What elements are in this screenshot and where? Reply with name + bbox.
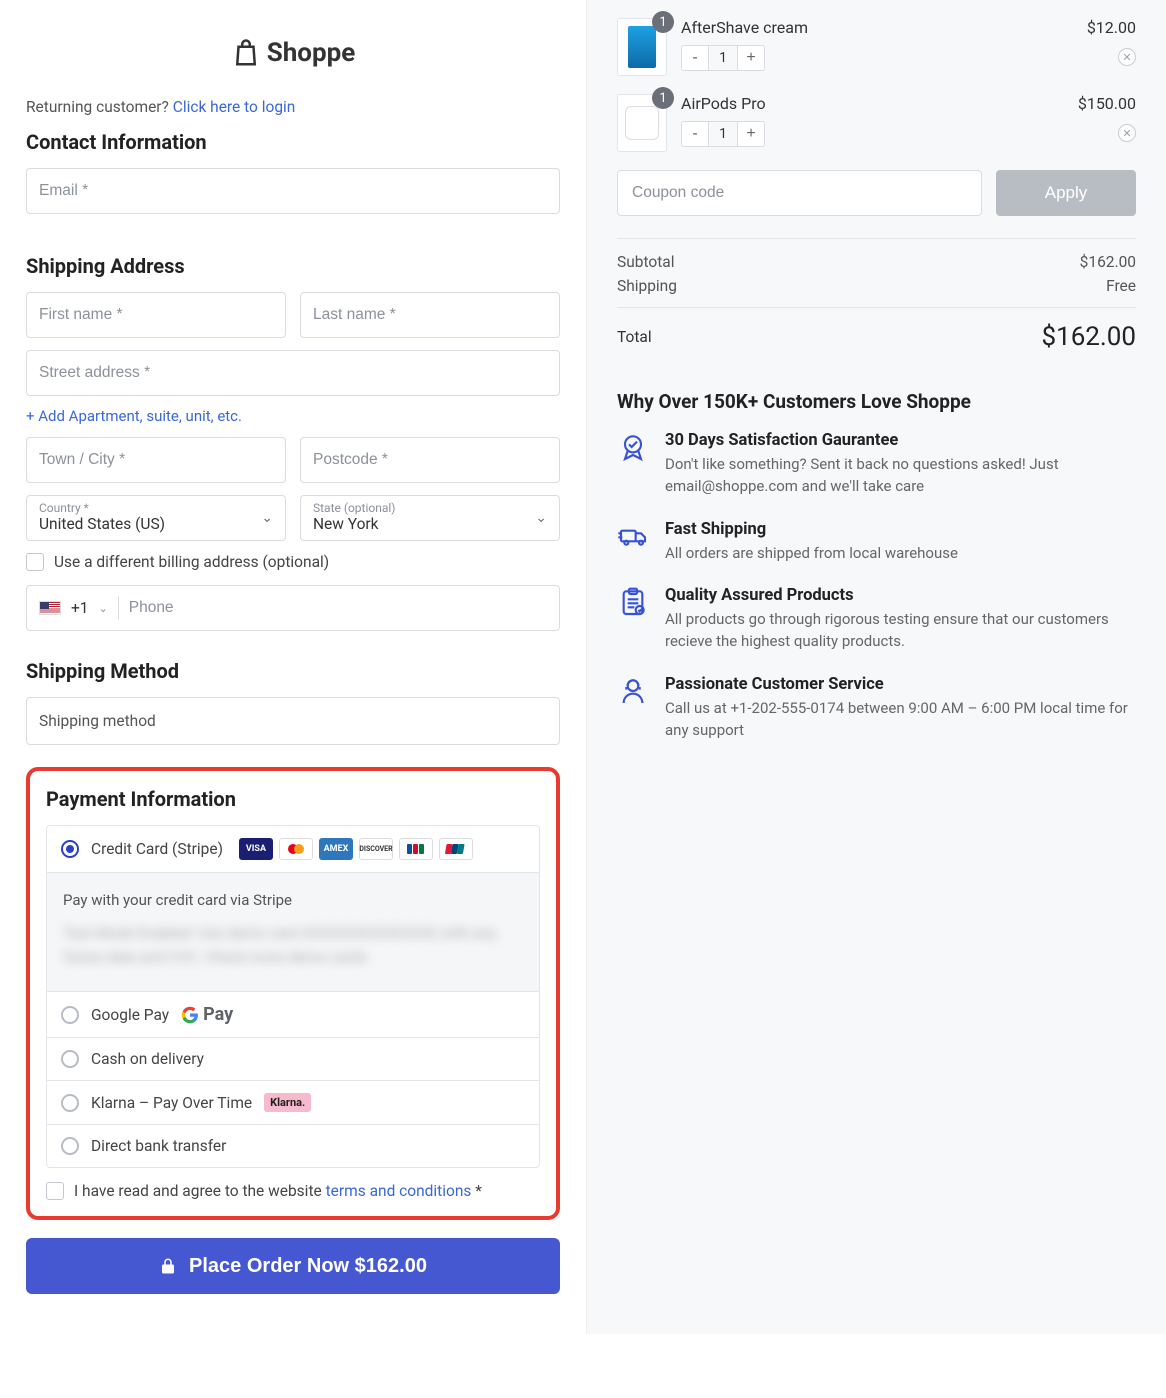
qty-minus[interactable]: - <box>682 122 708 146</box>
shipping-method-box[interactable]: Shipping method <box>26 697 560 745</box>
qty-stepper[interactable]: - 1 + <box>681 121 765 147</box>
payment-highlight: Payment Information Credit Card (Stripe)… <box>26 767 560 1220</box>
radio-icon <box>61 1006 79 1024</box>
remove-item-button[interactable]: ✕ <box>1118 124 1136 142</box>
pay-option-klarna[interactable]: Klarna – Pay Over Time Klarna. <box>47 1080 539 1124</box>
lock-icon <box>159 1257 177 1275</box>
radio-icon <box>61 1137 79 1155</box>
cart-item: 1 AirPods Pro - 1 + $150.00 ✕ <box>617 94 1136 152</box>
radio-selected-icon <box>61 840 79 858</box>
qty-value: 1 <box>708 122 738 146</box>
discover-icon: DISCOVER <box>359 838 393 860</box>
klarna-icon: Klarna. <box>264 1093 311 1112</box>
product-price: $12.00 <box>1070 18 1136 37</box>
mastercard-icon <box>279 838 313 860</box>
clipboard-icon <box>617 586 649 653</box>
brand-logo: Shoppe <box>26 38 560 68</box>
benefit-item: 30 Days Satisfaction GauranteeDon't like… <box>617 431 1136 498</box>
why-heading: Why Over 150K+ Customers Love Shoppe <box>617 390 1136 413</box>
chevron-down-icon: ⌄ <box>261 510 273 526</box>
qty-minus[interactable]: - <box>682 46 708 70</box>
phone-field[interactable]: +1 ⌄ <box>26 585 560 631</box>
first-name-field[interactable] <box>26 292 286 338</box>
contact-heading: Contact Information <box>26 130 560 154</box>
us-flag-icon <box>39 601 61 615</box>
product-name: AfterShave cream <box>681 18 1056 37</box>
unionpay-icon <box>439 838 473 860</box>
chevron-down-icon: ⌄ <box>535 510 547 526</box>
terms-link[interactable]: terms and conditions <box>326 1182 472 1200</box>
gpay-icon: Pay <box>181 1004 233 1025</box>
place-order-button[interactable]: Place Order Now $162.00 <box>26 1238 560 1294</box>
radio-icon <box>61 1094 79 1112</box>
country-select[interactable]: Country * United States (US) ⌄ <box>26 495 286 541</box>
apply-coupon-button[interactable]: Apply <box>996 170 1136 216</box>
product-name: AirPods Pro <box>681 94 1056 113</box>
stripe-blurred: Test Mode Enabled: Use demo card 4242424… <box>63 921 523 969</box>
order-total: $162.00 <box>1041 322 1136 352</box>
qty-badge: 1 <box>652 11 674 33</box>
amex-icon: AMEX <box>319 838 353 860</box>
badge-icon <box>617 431 649 498</box>
add-apartment-link[interactable]: + Add Apartment, suite, unit, etc. <box>26 407 242 425</box>
state-select[interactable]: State (optional) New York ⌄ <box>300 495 560 541</box>
phone-input[interactable] <box>129 599 547 617</box>
returning-customer: Returning customer? Click here to login <box>26 98 560 116</box>
cart-item: 1 AfterShave cream - 1 + $12.00 ✕ <box>617 18 1136 76</box>
postcode-field[interactable] <box>300 437 560 483</box>
benefit-item: Quality Assured ProductsAll products go … <box>617 586 1136 653</box>
qty-plus[interactable]: + <box>738 122 764 146</box>
radio-icon <box>61 1050 79 1068</box>
last-name-field[interactable] <box>300 292 560 338</box>
benefit-item: Passionate Customer ServiceCall us at +1… <box>617 675 1136 742</box>
shipping-heading: Shipping Address <box>26 254 560 278</box>
qty-value: 1 <box>708 46 738 70</box>
bag-icon <box>231 38 261 68</box>
checkbox-icon <box>26 553 44 571</box>
diff-billing-checkbox[interactable]: Use a different billing address (optiona… <box>26 553 560 571</box>
pay-option-cod[interactable]: Cash on delivery <box>47 1037 539 1080</box>
qty-plus[interactable]: + <box>738 46 764 70</box>
card-brand-icons: VISA AMEX DISCOVER <box>239 838 473 860</box>
chevron-down-icon[interactable]: ⌄ <box>99 602 108 615</box>
street-field[interactable] <box>26 350 560 396</box>
remove-item-button[interactable]: ✕ <box>1118 48 1136 66</box>
product-thumb: 1 <box>617 94 667 152</box>
product-thumb: 1 <box>617 18 667 76</box>
truck-icon <box>617 520 649 565</box>
coupon-input[interactable] <box>617 170 982 216</box>
email-field[interactable] <box>26 168 560 214</box>
terms-checkbox[interactable]: I have read and agree to the website ter… <box>46 1182 540 1200</box>
stripe-body: Pay with your credit card via Stripe Tes… <box>47 872 539 991</box>
order-totals: Subtotal$162.00 ShippingFree Total$162.0… <box>617 238 1136 352</box>
brand-name: Shoppe <box>267 38 356 68</box>
payment-heading: Payment Information <box>46 787 540 811</box>
pay-option-stripe[interactable]: Credit Card (Stripe) VISA AMEX DISCOVER <box>47 826 539 872</box>
visa-icon: VISA <box>239 838 273 860</box>
city-field[interactable] <box>26 437 286 483</box>
shipping-method-heading: Shipping Method <box>26 659 560 683</box>
qty-badge: 1 <box>652 87 674 109</box>
benefit-item: Fast ShippingAll orders are shipped from… <box>617 520 1136 565</box>
pay-option-bank[interactable]: Direct bank transfer <box>47 1124 539 1167</box>
pay-option-gpay[interactable]: Google Pay Pay <box>47 991 539 1037</box>
payment-options: Credit Card (Stripe) VISA AMEX DISCOVER … <box>46 825 540 1168</box>
product-price: $150.00 <box>1070 94 1136 113</box>
jcb-icon <box>399 838 433 860</box>
support-icon <box>617 675 649 742</box>
qty-stepper[interactable]: - 1 + <box>681 45 765 71</box>
checkbox-icon <box>46 1182 64 1200</box>
login-link[interactable]: Click here to login <box>173 98 296 116</box>
